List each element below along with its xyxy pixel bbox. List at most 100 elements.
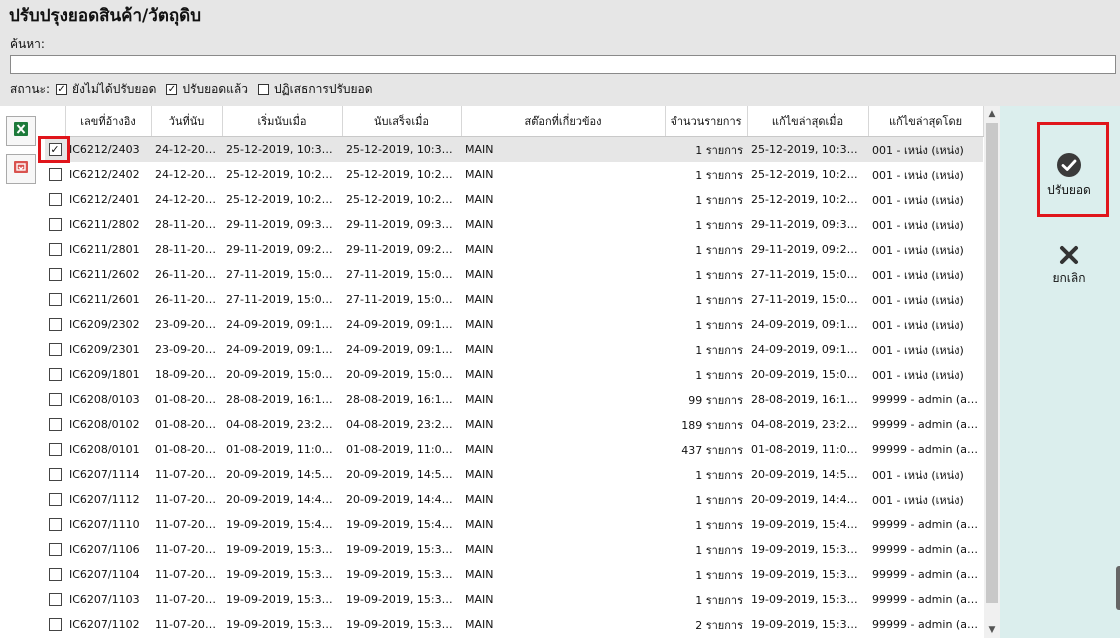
row-checkbox[interactable] [48,193,62,207]
row-checkbox[interactable] [48,268,62,282]
row-select-cell[interactable] [45,312,65,337]
vertical-scrollbar[interactable]: ▲ ▼ [984,106,1000,638]
cell-stock: MAIN [465,268,494,281]
table-row[interactable]: IC6211/2802 28-11-2019 29-11-2019, 09:30 A… [45,212,983,237]
row-checkbox[interactable] [48,568,62,582]
header-end[interactable]: นับเสร็จเมื่อ [342,106,462,137]
row-select-cell[interactable] [45,387,65,412]
row-checkbox[interactable] [48,418,62,432]
status-checkbox-rejected[interactable] [257,84,269,95]
status-checkbox-adjusted[interactable]: ✓ [166,84,178,95]
cell-count-date: 24-12-2019 [155,193,219,206]
row-select-cell[interactable] [45,237,65,262]
row-checkbox[interactable] [48,468,62,482]
table-row[interactable]: IC6207/1112 11-07-2019 20-09-2019, 14:46 P… [45,487,983,512]
table-row[interactable]: IC6207/1104 11-07-2019 19-09-2019, 15:35 P… [45,562,983,587]
row-checkbox[interactable] [48,243,62,257]
row-select-cell[interactable] [45,562,65,587]
row-checkbox[interactable] [48,518,62,532]
row-select-cell[interactable] [45,487,65,512]
scroll-thumb[interactable] [986,123,998,603]
cell-modified-by: 001 - เหน่ง (เหน่ง) [872,493,964,507]
table-row[interactable]: IC6212/2401 24-12-2019 25-12-2019, 10:22 A… [45,187,983,212]
row-checkbox[interactable] [48,593,62,607]
row-select-cell[interactable] [45,462,65,487]
header-items[interactable]: จำนวนรายการ [665,106,748,137]
table-row[interactable]: IC6211/2801 28-11-2019 29-11-2019, 09:28 A… [45,237,983,262]
row-select-cell[interactable] [45,437,65,462]
header-stock[interactable]: สต๊อกที่เกี่ยวข้อง [461,106,666,137]
table-row[interactable]: IC6207/1114 11-07-2019 20-09-2019, 14:56 P… [45,462,983,487]
cancel-button[interactable]: ยกเลิก [1034,244,1104,288]
row-select-cell[interactable] [45,287,65,312]
cell-stock: MAIN [465,418,494,431]
status-option-adjusted[interactable]: ✓ ปรับยอดแล้ว [166,80,248,99]
header-ref[interactable]: เลขที่อ้างอิง [65,106,152,137]
cell-ref: IC6207/1114 [69,468,140,481]
table-row[interactable]: ✓ IC6212/2403 24-12-2019 25-12-2019, 10:35 … [45,136,983,162]
search-input[interactable] [10,55,1116,74]
row-select-cell[interactable] [45,537,65,562]
header-modified-by[interactable]: แก้ไขล่าสุดโดย [868,106,984,137]
side-handle[interactable] [1116,566,1120,610]
table-row[interactable]: IC6209/1801 18-09-2019 20-09-2019, 15:00 P… [45,362,983,387]
row-checkbox[interactable] [48,543,62,557]
table-row[interactable]: IC6211/2602 26-11-2019 27-11-2019, 15:06 P… [45,262,983,287]
row-select-cell[interactable] [45,212,65,237]
table-row[interactable]: IC6207/1106 11-07-2019 19-09-2019, 15:38 P… [45,537,983,562]
cell-ref: IC6207/1104 [69,568,140,581]
row-checkbox[interactable] [48,293,62,307]
status-checkbox-pending[interactable]: ✓ [56,84,68,95]
table-row[interactable]: IC6209/2302 23-09-2019 24-09-2019, 09:12 A… [45,312,983,337]
cell-items: 1 รายการ [695,543,743,557]
header-select[interactable] [45,106,66,137]
export-excel-button[interactable] [6,116,36,146]
table-row[interactable]: IC6207/1102 11-07-2019 19-09-2019, 15:32 P… [45,612,983,637]
row-select-cell[interactable] [45,587,65,612]
row-checkbox[interactable] [48,343,62,357]
row-select-cell[interactable] [45,187,65,212]
table-row[interactable]: IC6212/2402 24-12-2019 25-12-2019, 10:26 A… [45,162,983,187]
row-checkbox[interactable] [48,618,62,632]
row-select-cell[interactable] [45,162,65,187]
status-option-rejected[interactable]: ปฏิเสธการปรับยอด [257,80,373,99]
row-select-cell[interactable] [45,362,65,387]
header-start[interactable]: เริ่มนับเมื่อ [222,106,343,137]
cell-count-date: 11-07-2019 [155,518,219,531]
table-row[interactable]: IC6208/0103 01-08-2019 28-08-2019, 16:12 P… [45,387,983,412]
cell-items: 2 รายการ [695,618,743,632]
cell-ref: IC6207/1102 [69,618,140,631]
cell-stock: MAIN [465,468,494,481]
row-select-cell[interactable] [45,512,65,537]
row-select-cell[interactable] [45,262,65,287]
header-count-date[interactable]: วันที่นับ [151,106,223,137]
cell-end: 25-12-2019, 10:35 AM [342,136,461,162]
row-checkbox[interactable] [48,318,62,332]
scroll-down-arrow-icon[interactable]: ▼ [984,622,1000,638]
row-select-cell[interactable] [45,612,65,637]
cell-start: 20-09-2019, 14:56 PM [226,468,342,481]
table-row[interactable]: IC6207/1110 11-07-2019 19-09-2019, 15:44 P… [45,512,983,537]
row-checkbox[interactable] [48,218,62,232]
cell-modified: 20-09-2019, 14:46 PM [751,493,868,506]
row-checkbox[interactable] [48,168,62,182]
table-row[interactable]: IC6208/0101 01-08-2019 01-08-2019, 11:07 A… [45,437,983,462]
table-row[interactable]: IC6211/2601 26-11-2019 27-11-2019, 15:04 P… [45,287,983,312]
cell-items: 1 รายการ [665,136,747,162]
table-row[interactable]: IC6207/1103 11-07-2019 19-09-2019, 15:35 P… [45,587,983,612]
row-checkbox[interactable] [48,368,62,382]
table-row[interactable]: IC6208/0102 01-08-2019 04-08-2019, 23:23 P… [45,412,983,437]
header-modified[interactable]: แก้ไขล่าสุดเมื่อ [747,106,869,137]
export-pdf-button[interactable] [6,154,36,184]
row-checkbox[interactable] [48,393,62,407]
status-option-pending[interactable]: ✓ ยังไม่ได้ปรับยอด [56,80,156,99]
cell-items: 1 รายการ [695,318,743,332]
row-checkbox[interactable] [48,493,62,507]
row-select-cell[interactable] [45,412,65,437]
scroll-up-arrow-icon[interactable]: ▲ [984,106,1000,122]
row-checkbox[interactable] [48,443,62,457]
row-select-cell[interactable] [45,337,65,362]
cell-stock: MAIN [465,193,494,206]
cell-modified-by: 001 - เหน่ง (เหน่ง) [872,293,964,307]
table-row[interactable]: IC6209/2301 23-09-2019 24-09-2019, 09:10 A… [45,337,983,362]
